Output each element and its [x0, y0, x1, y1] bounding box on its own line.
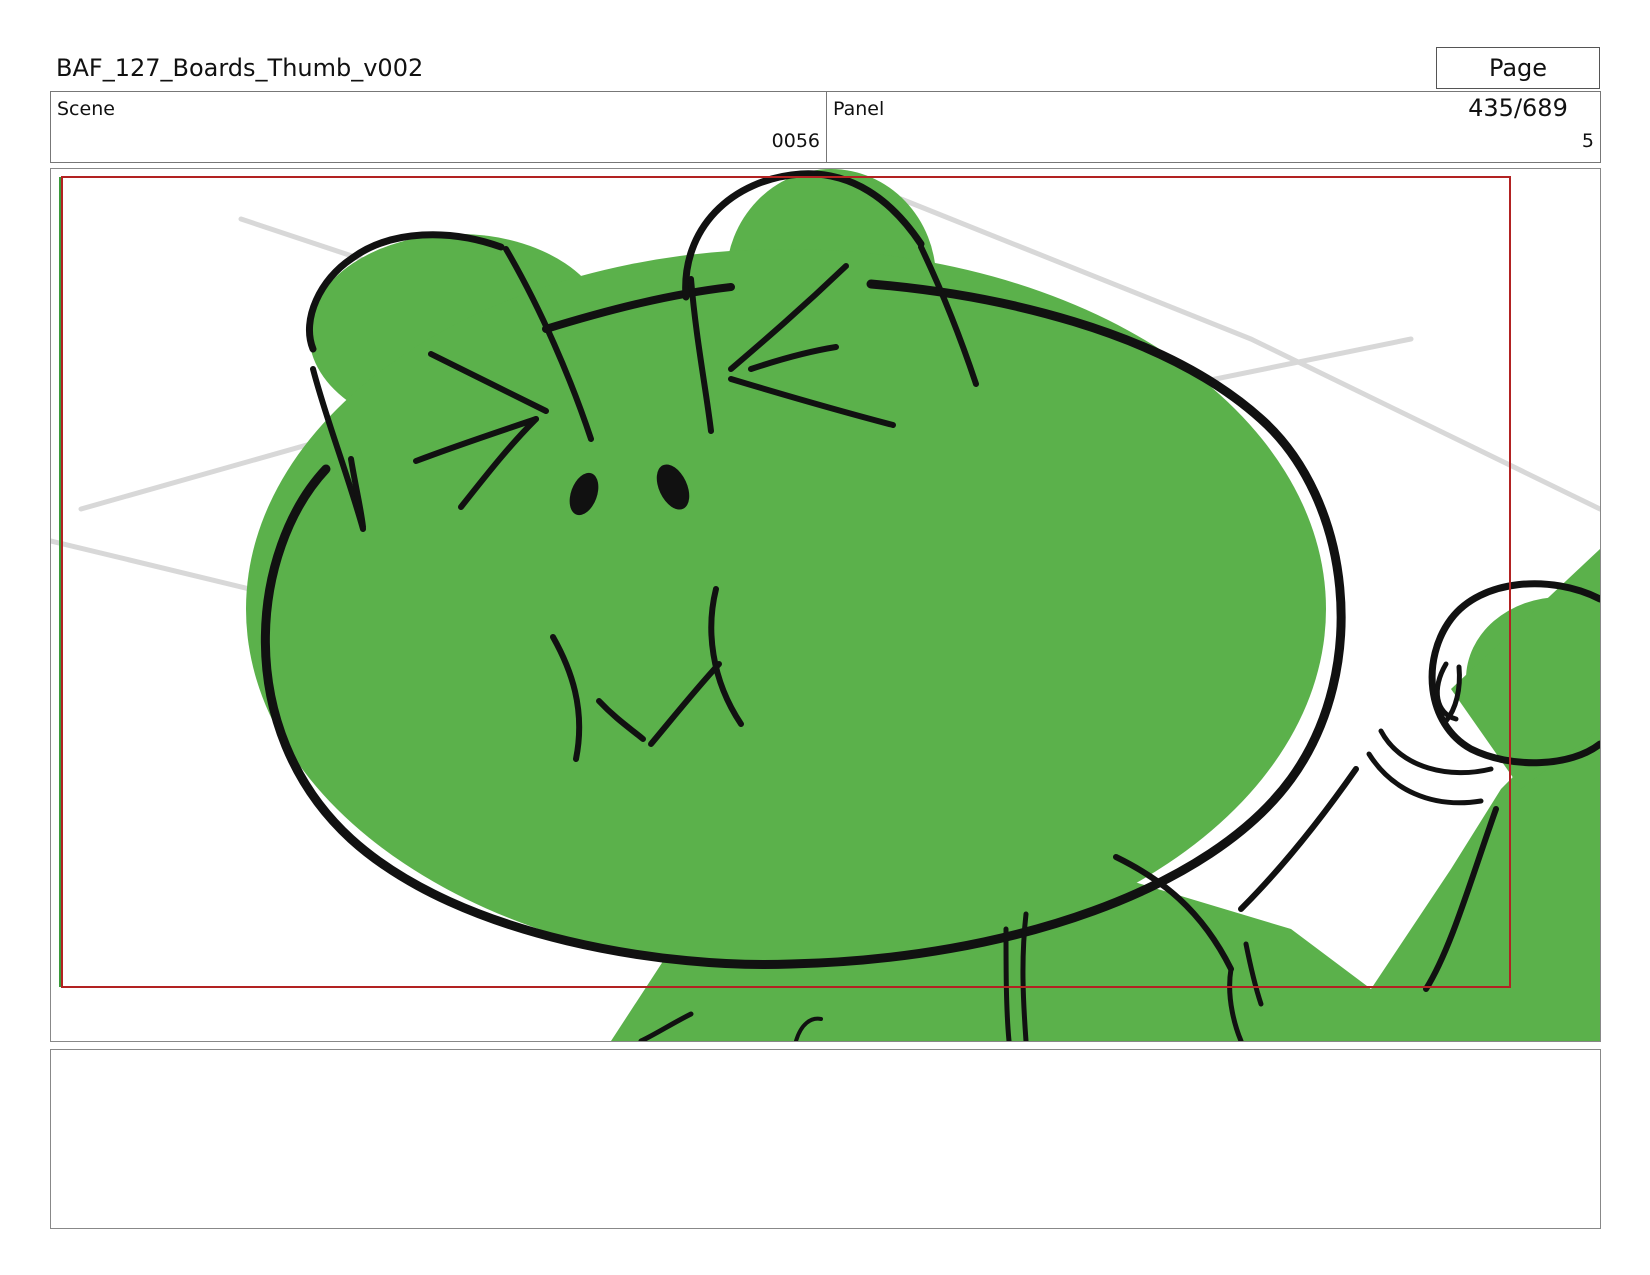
storyboard-frame	[50, 168, 1601, 1042]
frog-fill	[246, 169, 1600, 1041]
panel-cell: Panel 5	[827, 92, 1600, 162]
notes-box	[50, 1049, 1601, 1229]
page-number: Page 435/689	[1436, 47, 1600, 122]
scene-label: Scene	[57, 98, 115, 120]
scene-cell: Scene 0056	[51, 92, 827, 162]
panel-number: 5	[1581, 130, 1594, 152]
panel-label: Panel	[833, 98, 885, 120]
scene-number: 0056	[771, 130, 820, 152]
frog-sketch-image	[51, 169, 1600, 1041]
scene-panel-info-row: Scene 0056 Panel 5	[50, 91, 1601, 163]
document-title: BAF_127_Boards_Thumb_v002	[56, 54, 424, 82]
